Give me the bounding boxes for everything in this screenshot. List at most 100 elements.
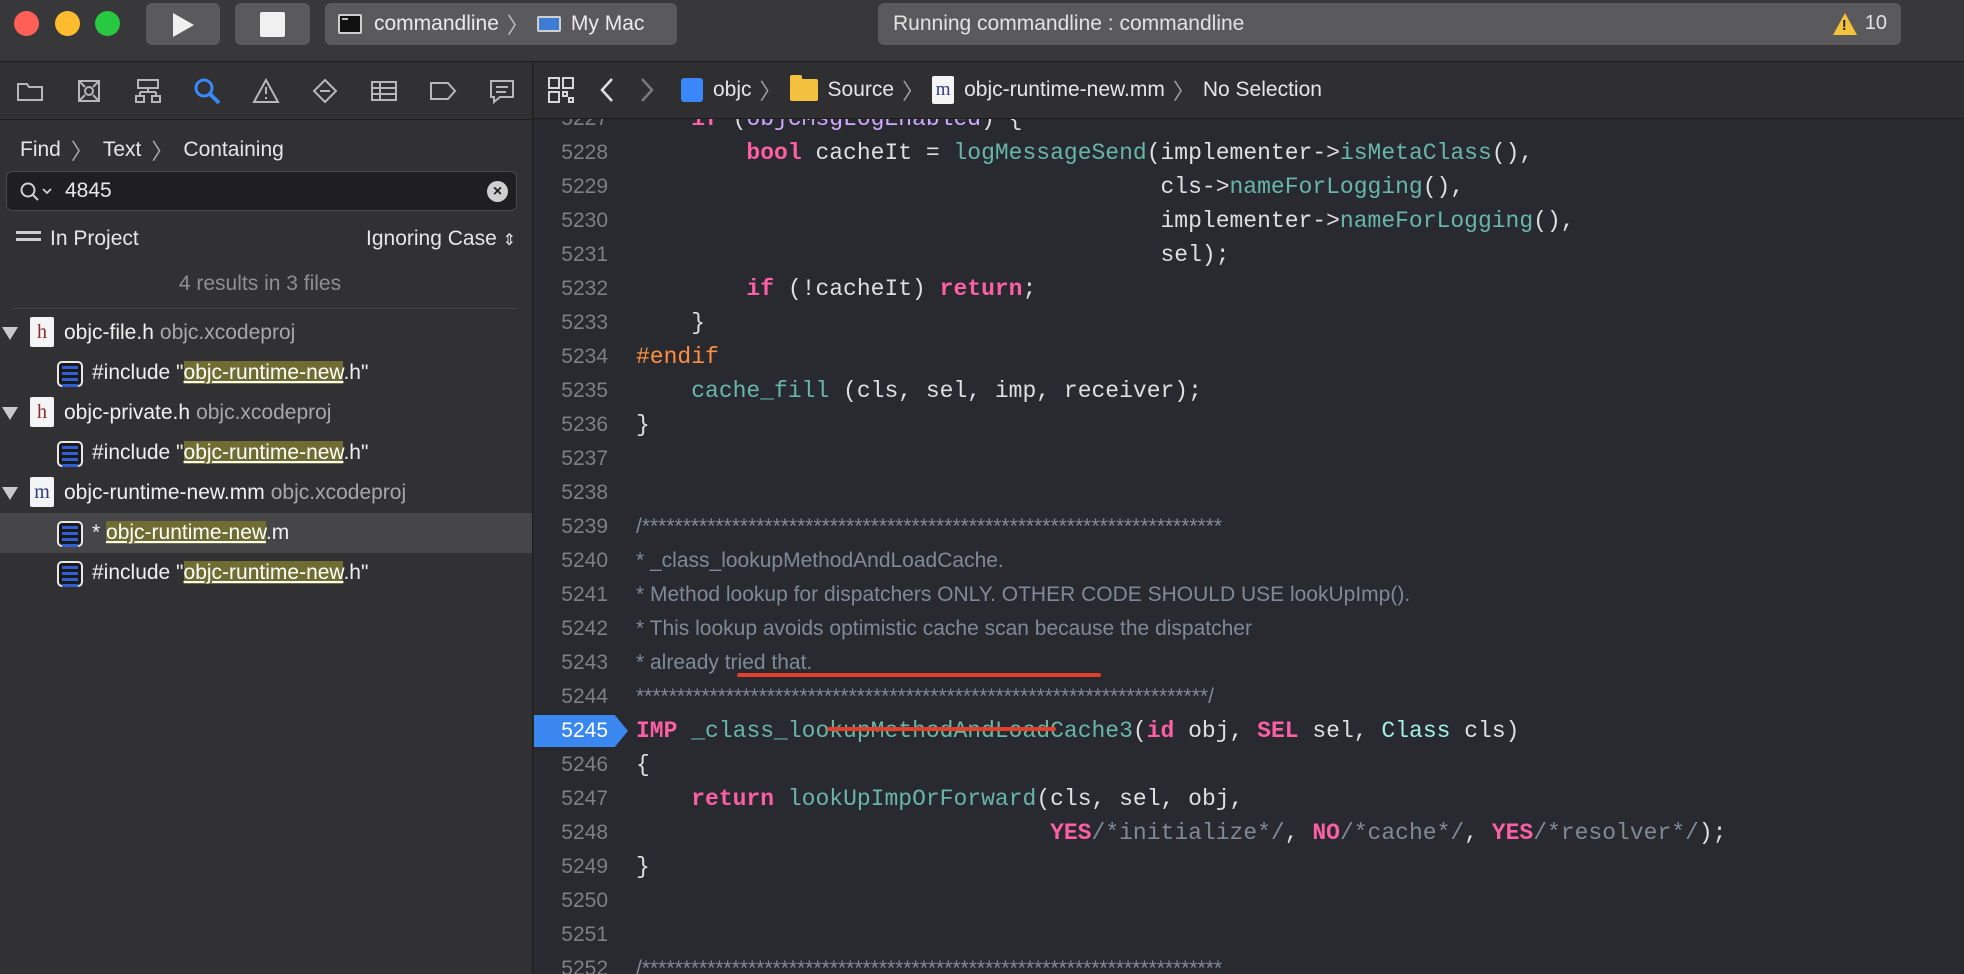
- line-number: 5241: [561, 583, 608, 606]
- project-navigator-tab[interactable]: [0, 62, 59, 120]
- find-mode-action[interactable]: Find: [20, 138, 61, 162]
- disclosure-triangle-icon[interactable]: [2, 487, 18, 500]
- chevron-left-icon[interactable]: [599, 77, 615, 103]
- result-file-row[interactable]: h objc-file.h objc.xcodeproj: [0, 313, 532, 353]
- zoom-window-button[interactable]: [95, 11, 120, 36]
- code-text: * _class_lookupMethodAndLoadCache.: [636, 544, 1004, 578]
- related-items-icon[interactable]: [547, 76, 575, 104]
- code-line[interactable]: 5249}: [534, 850, 1964, 884]
- code-line[interactable]: 5234 #endif: [534, 340, 1964, 374]
- find-mode-path[interactable]: Find 〉 Text 〉 Containing: [20, 134, 284, 166]
- result-match-row[interactable]: #include "objc-runtime-new.h": [0, 553, 532, 593]
- code-line[interactable]: 5247 return lookUpImpOrForward(cls, sel,…: [534, 782, 1964, 816]
- code-line[interactable]: 5242 * This lookup avoids optimistic cach…: [534, 612, 1964, 646]
- code-text: if (objcMsgLogEnabled) {: [636, 119, 1022, 136]
- source-line-icon: [57, 561, 83, 587]
- breadcrumb: objc 〉 Source 〉 m objc-runtime-new.mm 〉 …: [681, 74, 1322, 106]
- symbol-navigator-tab[interactable]: [118, 62, 177, 120]
- file-project: objc.xcodeproj: [159, 321, 296, 344]
- code-line[interactable]: 5252 /***********************************…: [534, 952, 1964, 974]
- code-line[interactable]: 5240 * _class_lookupMethodAndLoadCache.: [534, 544, 1964, 578]
- code-line[interactable]: 5237: [534, 442, 1964, 476]
- debug-navigator-tab[interactable]: [354, 62, 413, 120]
- breadcrumb-group[interactable]: Source: [828, 78, 895, 102]
- breadcrumb-symbol[interactable]: No Selection: [1203, 78, 1322, 102]
- code-line[interactable]: 5233 }: [534, 306, 1964, 340]
- code-line[interactable]: 5236}: [534, 408, 1964, 442]
- test-navigator-tab[interactable]: [295, 62, 354, 120]
- code-line[interactable]: 5229 cls->nameForLogging(),: [534, 170, 1964, 204]
- find-mode-match[interactable]: Containing: [183, 138, 283, 162]
- warning-badge[interactable]: 10: [1832, 12, 1887, 35]
- search-field[interactable]: ×: [6, 171, 517, 211]
- find-mode-type[interactable]: Text: [103, 138, 142, 162]
- code-line[interactable]: 5235 cache_fill (cls, sel, imp, receiver…: [534, 374, 1964, 408]
- test-icon: [312, 78, 337, 103]
- search-input[interactable]: [65, 172, 465, 210]
- breadcrumb-file[interactable]: objc-runtime-new.mm: [964, 78, 1165, 102]
- line-number: 5234: [561, 345, 608, 368]
- line-number: 5242: [561, 617, 608, 640]
- case-sensitivity-label: Ignoring Case: [366, 227, 497, 250]
- run-button[interactable]: [146, 3, 220, 45]
- code-token: /*resolver*/: [1533, 820, 1699, 846]
- find-navigator-tab[interactable]: [177, 62, 236, 120]
- breadcrumb-project[interactable]: objc: [713, 78, 752, 102]
- code-text: /***************************************…: [636, 952, 1222, 974]
- code-token: if: [691, 119, 719, 132]
- issue-navigator-tab[interactable]: [236, 62, 295, 120]
- line-number: 5239: [561, 515, 608, 538]
- current-code-line[interactable]: 5245 IMP _class_lookupMethodAndLoadCache3…: [534, 714, 1964, 748]
- code-token: obj,: [1174, 718, 1258, 744]
- code-line[interactable]: 5231 sel);: [534, 238, 1964, 272]
- code-line[interactable]: 5227 if (objcMsgLogEnabled) {: [534, 119, 1964, 136]
- chevron-right-icon: 〉: [506, 13, 529, 38]
- code-area[interactable]: 5227 if (objcMsgLogEnabled) {5228 bool c…: [534, 119, 1964, 974]
- disclosure-triangle-icon[interactable]: [2, 327, 18, 340]
- terminal-icon: [338, 14, 362, 34]
- breakpoint-icon: [429, 81, 456, 100]
- code-line[interactable]: 5232 if (!cacheIt) return;: [534, 272, 1964, 306]
- disclosure-triangle-icon[interactable]: [2, 407, 18, 420]
- code-line[interactable]: 5228 bool cacheIt = logMessageSend(imple…: [534, 136, 1964, 170]
- source-control-navigator-tab[interactable]: [59, 62, 118, 120]
- code-line[interactable]: 5244 ************************************…: [534, 680, 1964, 714]
- line-number: 5233: [561, 311, 608, 334]
- case-sensitivity-selector[interactable]: Ignoring Case ⇕: [366, 227, 516, 251]
- search-scope-selector[interactable]: In Project: [50, 227, 139, 251]
- search-options-icon[interactable]: [19, 181, 55, 201]
- close-window-button[interactable]: [14, 11, 39, 36]
- clear-search-icon[interactable]: ×: [487, 181, 508, 202]
- result-file-row[interactable]: m objc-runtime-new.mm objc.xcodeproj: [0, 473, 532, 513]
- result-file-row[interactable]: h objc-private.h objc.xcodeproj: [0, 393, 532, 433]
- chevron-right-icon[interactable]: [639, 77, 655, 103]
- report-navigator-tab[interactable]: [472, 62, 531, 120]
- file-icon: h: [30, 397, 54, 427]
- code-line[interactable]: 5251: [534, 918, 1964, 952]
- code-line[interactable]: 5239 /***********************************…: [534, 510, 1964, 544]
- result-match-row[interactable]: #include "objc-runtime-new.h": [0, 433, 532, 473]
- activity-status[interactable]: Running commandline : commandline 10: [878, 3, 1901, 45]
- line-number: 5228: [561, 141, 608, 164]
- line-number: 5246: [561, 753, 608, 776]
- result-match-row[interactable]: * objc-runtime-new.m: [0, 513, 532, 553]
- folder-icon: [789, 75, 818, 101]
- code-line[interactable]: 5230 implementer->nameForLogging(),: [534, 204, 1964, 238]
- line-number: 5236: [561, 413, 608, 436]
- code-line[interactable]: 5241 * Method lookup for dispatchers ONLY…: [534, 578, 1964, 612]
- code-line[interactable]: 5246 {: [534, 748, 1964, 782]
- stop-button[interactable]: [235, 3, 310, 45]
- result-match-row[interactable]: #include "objc-runtime-new.h": [0, 353, 532, 393]
- breakpoint-navigator-tab[interactable]: [413, 62, 472, 120]
- scheme-selector[interactable]: commandline 〉 My Mac: [325, 3, 677, 45]
- file-icon: m: [30, 477, 54, 507]
- code-line[interactable]: 5238: [534, 476, 1964, 510]
- code-line[interactable]: 5250: [534, 884, 1964, 918]
- minimize-window-button[interactable]: [55, 11, 80, 36]
- code-line[interactable]: 5248 YES/*initialize*/, NO/*cache*/, YES…: [534, 816, 1964, 850]
- match-suffix: .h": [343, 361, 369, 384]
- code-token: (: [1132, 718, 1147, 744]
